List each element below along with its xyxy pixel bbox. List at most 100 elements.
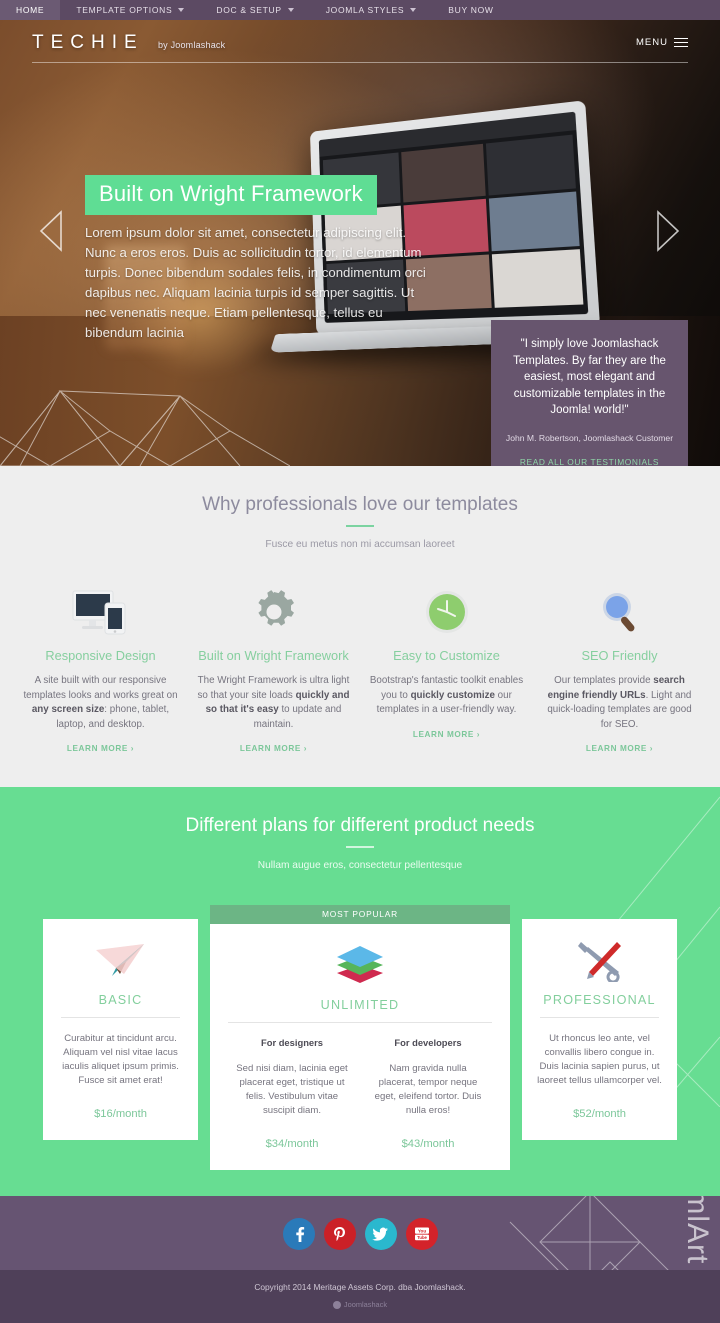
feature-body: Bootstrap's fantastic toolkit enables yo… [368,674,525,718]
features-title: Why professionals love our templates [202,494,518,515]
hero-wireframe-decoration [0,390,290,466]
feature-title: Built on Wright Framework [198,648,349,663]
feature-learn-more-link[interactable]: LEARN MORE › [22,744,179,753]
feature-responsive-design: Responsive Design A site built with our … [14,586,187,753]
plan-name: BASIC [98,993,143,1007]
menu-toggle-button[interactable]: MENU [636,35,688,50]
plan-divider [61,1017,180,1018]
joomlashack-brand-label: Joomlashack [343,1300,388,1309]
plan-description: Sed nisi diam, lacinia eget placerat ege… [236,1063,348,1116]
plan-description: Nam gravida nulla placerat, tempor neque… [374,1063,482,1116]
gear-icon [195,586,352,638]
feature-title: Easy to Customize [393,648,500,663]
feature-title: SEO Friendly [581,648,658,663]
site-logo[interactable]: TECHIE by Joomlashack [32,32,225,54]
chevron-left-icon [39,210,62,252]
joomlashack-logo-icon [332,1300,341,1309]
layers-icon [224,940,496,990]
plan-divider [540,1017,659,1018]
topnav-item-joomla-styles[interactable]: JOOMLA STYLES [310,0,433,20]
feature-learn-more-link[interactable]: LEARN MORE › [368,730,525,739]
features-subtitle: Fusce eu metus non mi accumsan laoreet [265,539,455,550]
features-section: Why professionals love our templates Fus… [0,466,720,787]
most-popular-badge: MOST POPULAR [210,905,510,924]
feature-body: The Wright Framework is ultra light so t… [195,674,352,732]
section-rule [346,846,374,848]
magnifier-icon [541,586,698,638]
chevron-down-icon [178,8,185,12]
plan-column-title: For developers [394,1037,462,1048]
page-root: HOME TEMPLATE OPTIONS DOC & SETUP JOOMLA… [0,0,720,1323]
topnav-item-doc-setup[interactable]: DOC & SETUP [200,0,309,20]
plan-price: $52/month [573,1108,626,1120]
topnav-label: HOME [16,5,45,15]
topnav-label: DOC & SETUP [216,5,282,15]
site-footer: You Tube JoomlArt [0,1196,720,1270]
testimonial-quote: "I simply love Joomlashack Templates. By… [513,338,666,416]
pricing-section: Different plans for different product ne… [0,787,720,1196]
plan-card-basic[interactable]: BASIC Curabitur at tincidunt arcu. Aliqu… [43,919,198,1140]
joomlashack-brand[interactable]: Joomlashack [0,1300,720,1309]
tools-icon [536,935,663,985]
hero-title: Built on Wright Framework [85,175,377,215]
topnav-label: TEMPLATE OPTIONS [76,5,173,15]
pinterest-icon[interactable] [323,1218,356,1250]
hamburger-icon [674,35,688,50]
features-grid: Responsive Design A site built with our … [0,586,720,753]
chevron-down-icon [410,8,417,12]
feature-body-bold: any screen size [31,704,105,715]
youtube-icon[interactable]: You Tube [405,1218,438,1250]
pricing-plans: BASIC Curabitur at tincidunt arcu. Aliqu… [0,905,720,1170]
plan-column-title: For designers [261,1037,323,1048]
logo-subtitle: by Joomlashack [157,39,226,50]
plan-price: $34/month [265,1138,319,1150]
top-navigation: HOME TEMPLATE OPTIONS DOC & SETUP JOOMLA… [0,0,720,20]
chevron-down-icon [287,8,294,12]
feature-title: Responsive Design [45,648,156,663]
feature-body-part: Our templates provide [554,675,654,686]
svg-text:You: You [417,1229,426,1234]
feature-learn-more-link[interactable]: LEARN MORE › [195,744,352,753]
plan-name: UNLIMITED [320,998,400,1012]
svg-text:Tube: Tube [417,1235,427,1240]
copyright-text: Copyright 2014 Meritage Assets Corp. dba… [254,1282,466,1292]
joomlart-watermark: JoomlArt [681,1196,714,1264]
plan-column-designers: For designers Sed nisi diam, lacinia ege… [224,1023,360,1150]
testimonials-link[interactable]: READ ALL OUR TESTIMONIALS [505,457,674,467]
plan-description: Ut rhoncus leo ante, vel convallis liber… [537,1033,662,1086]
header-divider [32,62,688,63]
section-rule [346,525,374,527]
hero-description: Lorem ipsum dolor sit amet, consectetur … [85,225,426,340]
twitter-icon[interactable] [364,1218,397,1250]
site-header: TECHIE by Joomlashack MENU [0,20,720,65]
devices-icon [22,586,179,638]
menu-label: MENU [636,37,668,48]
testimonial-author: John M. Robertson, Joomlashack Customer [505,432,674,443]
topnav-item-template-options[interactable]: TEMPLATE OPTIONS [60,0,200,20]
topnav-item-home[interactable]: HOME [0,0,61,20]
testimonial-box: "I simply love Joomlashack Templates. By… [491,320,688,466]
feature-learn-more-link[interactable]: LEARN MORE › [541,744,698,753]
plan-name: PROFESSIONAL [543,993,656,1007]
feature-wright-framework: Built on Wright Framework The Wright Fra… [187,586,360,753]
plan-columns: For designers Sed nisi diam, lacinia ege… [224,1023,496,1150]
chevron-right-icon [657,210,680,252]
plan-description: Curabitur at tincidunt arcu. Aliquam vel… [62,1033,179,1086]
feature-body-part: A site built with our responsive templat… [23,675,178,701]
topnav-item-buy-now[interactable]: BUY NOW [432,0,509,20]
plan-card-unlimited[interactable]: MOST POPULAR UNLIMITED For designers Sed… [210,905,510,1170]
feature-body-bold: quickly customize [410,689,495,701]
topnav-label: BUY NOW [448,5,494,15]
topnav-label: JOOMLA STYLES [325,5,405,15]
hero-banner: Built on Wright Framework Lorem ipsum do… [0,20,720,466]
facebook-icon[interactable] [282,1218,315,1250]
plan-price: $43/month [401,1138,455,1150]
plan-column-developers: For developers Nam gravida nulla placera… [360,1023,496,1150]
paper-plane-icon [57,935,184,985]
social-links: You Tube [0,1218,720,1250]
feature-seo-friendly: SEO Friendly Our templates provide searc… [533,586,706,753]
plan-price: $16/month [94,1108,147,1120]
copyright-bar: Copyright 2014 Meritage Assets Corp. dba… [0,1270,720,1323]
plan-card-professional[interactable]: PROFESSIONAL Ut rhoncus leo ante, vel co… [522,919,677,1140]
clock-icon [368,586,525,638]
